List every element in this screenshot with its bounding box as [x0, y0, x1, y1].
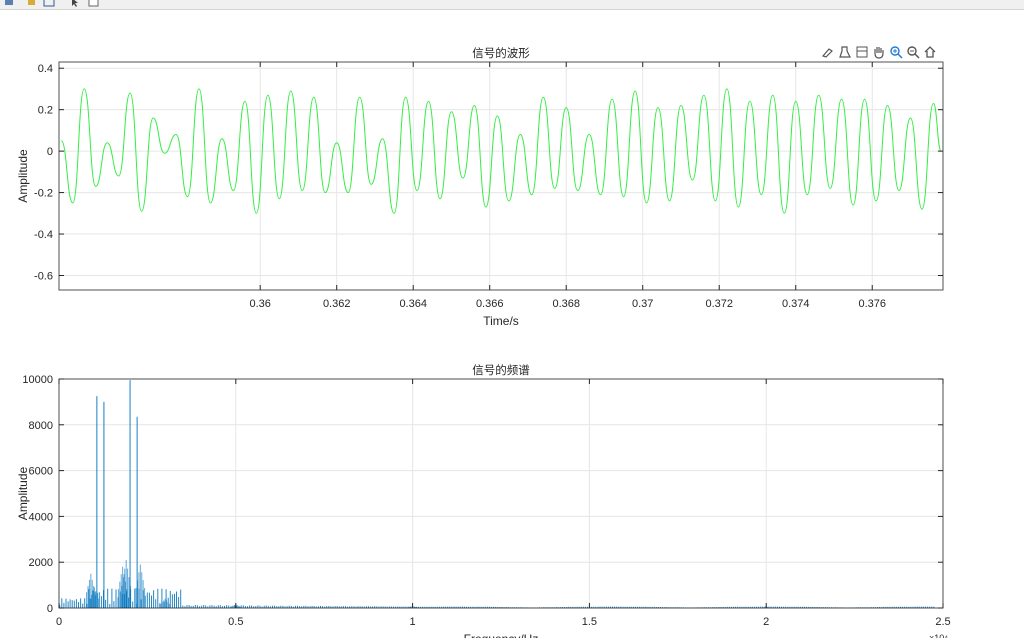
x-axis-label: Time/s [483, 314, 519, 328]
y-tick-label: 8000 [29, 420, 53, 432]
y-tick-label: -0.4 [34, 229, 53, 241]
spectrum-noise [59, 588, 935, 608]
y-tick-label: 4000 [29, 511, 53, 523]
y-tick-label: 6000 [29, 466, 53, 478]
y-tick-label: 0 [47, 146, 53, 158]
y-axis-label: Amplitude [16, 149, 30, 203]
x-tick-label: 2 [763, 616, 769, 628]
y-tick-label: 10000 [22, 374, 53, 386]
x-tick-label: 0.362 [323, 298, 351, 310]
x-tick-label: 0.374 [782, 298, 810, 310]
y-tick-label: 0.2 [38, 105, 53, 117]
y-axis-label: Amplitude [16, 467, 30, 521]
x-tick-label: 0 [56, 616, 62, 628]
y-tick-label: 0 [47, 603, 53, 615]
chart-title: 信号的波形 [472, 46, 530, 60]
x-axis-label: Frequency/Hz [464, 632, 539, 638]
x-tick-label: 0.368 [552, 298, 580, 310]
x-tick-label: 1.5 [582, 616, 597, 628]
x-tick-label: 2.5 [935, 616, 950, 628]
y-tick-label: -0.6 [34, 270, 53, 282]
chart-title: 信号的频谱 [472, 363, 530, 377]
x-tick-label: 0.376 [858, 298, 886, 310]
y-tick-label: 2000 [29, 557, 53, 569]
x-tick-label: 0.36 [249, 298, 270, 310]
x-tick-label: 0.372 [705, 298, 733, 310]
x-axis-multiplier: ×10⁴ [929, 633, 948, 638]
figure-canvas: 0.36 0.362 0.364 0.366 0.368 0.37 0.372 0.374 0.… [16, 46, 951, 638]
x-tick-label: 0.5 [228, 616, 243, 628]
x-tick-label: 1 [410, 616, 416, 628]
axes-box [58, 378, 944, 609]
y-tick-label: 0.4 [38, 63, 53, 75]
x-tick-label: 0.364 [399, 298, 427, 310]
x-tick-label: 0.366 [476, 298, 504, 310]
x-tick-label: 0.37 [632, 298, 653, 310]
y-tick-label: -0.2 [34, 188, 53, 200]
